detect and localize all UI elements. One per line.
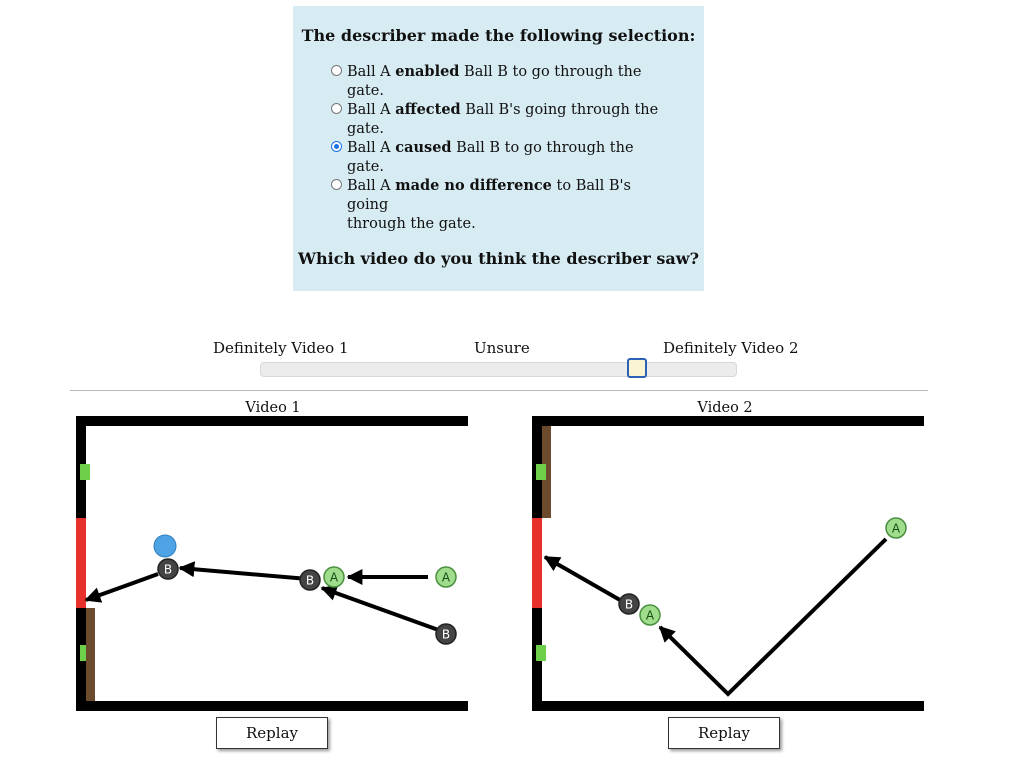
selection-panel: The describer made the following selecti…: [293, 6, 704, 291]
radio-caused[interactable]: [331, 141, 342, 152]
svg-text:B: B: [625, 598, 633, 612]
option-caused[interactable]: Ball A caused Ball B to go through the g…: [331, 138, 671, 177]
option-text-cont: through the gate.: [347, 216, 476, 232]
panel-question: Which video do you think the describer s…: [298, 249, 699, 268]
path-arrow-b-exit: [543, 555, 621, 602]
svg-text:A: A: [442, 571, 451, 585]
panel-heading: The describer made the following selecti…: [301, 26, 696, 45]
ball-b-bounce: B: [157, 558, 179, 580]
ball-a-start: A: [885, 517, 907, 539]
option-keyword: made no difference: [395, 177, 552, 194]
video-1-diagram: A B B A B: [76, 416, 468, 711]
replay-button-video-2[interactable]: Replay: [668, 717, 780, 749]
radio-made-no-difference[interactable]: [331, 179, 342, 190]
ball-a-start: A: [435, 566, 457, 588]
svg-text:A: A: [646, 609, 655, 623]
slider-left-label: Definitely Video 1: [213, 339, 349, 357]
ball-b-collision: B: [618, 593, 640, 615]
slider-track[interactable]: [260, 362, 737, 377]
marker-upper: [536, 464, 546, 480]
bottom-wall: [76, 701, 468, 711]
svg-text:A: A: [330, 571, 339, 585]
blue-ball: [153, 534, 177, 558]
path-arrow-a: [658, 537, 888, 697]
option-text: Ball A: [347, 178, 396, 194]
brown-block: [86, 608, 95, 701]
svg-text:B: B: [306, 574, 314, 588]
option-keyword: affected: [395, 101, 461, 118]
svg-text:B: B: [442, 628, 450, 642]
divider: [70, 390, 928, 391]
option-text: Ball A: [347, 140, 396, 156]
svg-text:B: B: [164, 563, 172, 577]
slider-center-label: Unsure: [474, 339, 530, 357]
replay-button-video-1[interactable]: Replay: [216, 717, 328, 749]
gate: [76, 518, 86, 608]
bottom-wall: [532, 701, 924, 711]
radio-affected[interactable]: [331, 103, 342, 114]
gate: [532, 518, 542, 608]
top-wall: [532, 416, 924, 426]
option-keyword: enabled: [395, 63, 460, 80]
ball-a-collision: A: [323, 566, 345, 588]
option-text: Ball A: [347, 102, 396, 118]
radio-enabled[interactable]: [331, 65, 342, 76]
path-arrow-b-exit: [84, 572, 159, 603]
option-affected[interactable]: Ball A affected Ball B's going through t…: [331, 100, 671, 139]
path-arrow-b-after: [178, 561, 309, 581]
path-arrow-b: [320, 585, 445, 634]
slider-thumb[interactable]: [626, 358, 647, 378]
slider-right-label: Definitely Video 2: [663, 339, 799, 357]
video-2-diagram: A B A: [532, 416, 924, 711]
option-made-no-difference[interactable]: Ball A made no difference to Ball B's go…: [331, 176, 671, 234]
video-2-title: Video 2: [697, 400, 753, 416]
ball-b-collision: B: [299, 569, 321, 591]
option-enabled[interactable]: Ball A enabled Ball B to go through the …: [331, 62, 671, 101]
ball-a-collision: A: [639, 604, 661, 626]
ball-b-start: B: [435, 623, 457, 645]
marker-upper: [80, 464, 90, 480]
svg-text:A: A: [892, 522, 901, 536]
option-text: Ball A: [347, 64, 396, 80]
marker-lower: [536, 645, 546, 661]
top-wall: [76, 416, 468, 426]
video-1-title: Video 1: [245, 400, 301, 416]
option-keyword: caused: [395, 139, 452, 156]
